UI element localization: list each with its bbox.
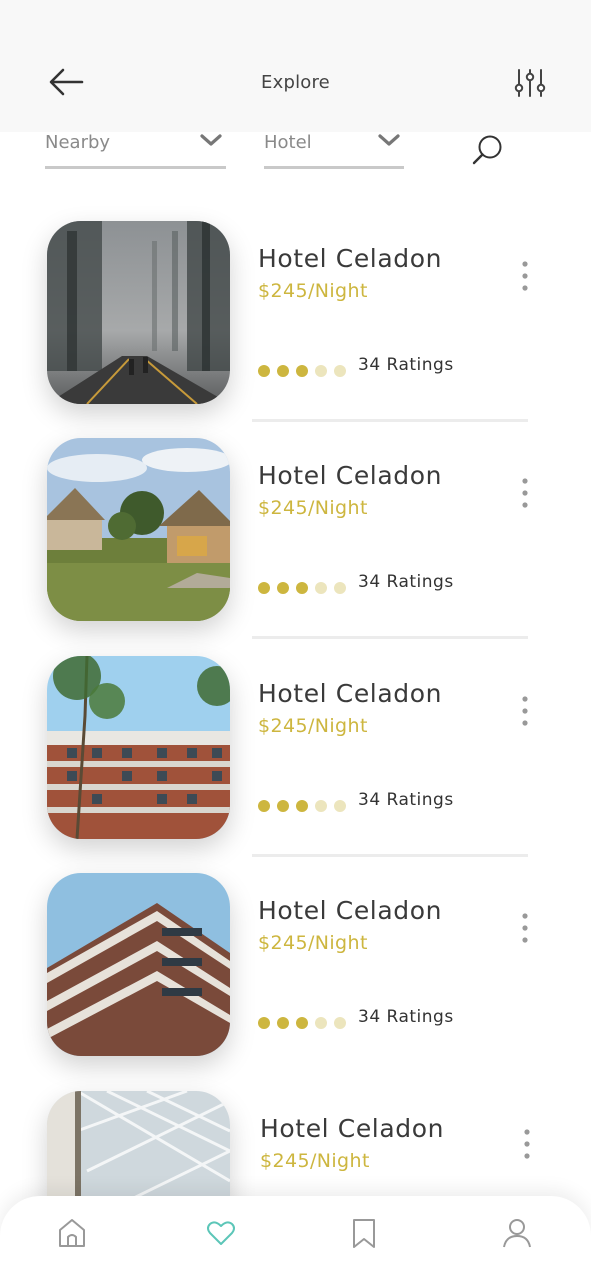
hotel-name: Hotel Celadon	[258, 679, 443, 708]
more-vertical-icon	[522, 913, 528, 943]
rating-dots	[258, 795, 353, 812]
type-dropdown-value: Hotel	[264, 132, 312, 153]
hotel-card[interactable]: Hotel Celadon $245/Night 34 Ratings	[0, 218, 591, 422]
rating-dot-filled	[258, 799, 270, 812]
rating-dot-empty	[315, 799, 327, 812]
hotel-name: Hotel Celadon	[258, 461, 443, 490]
more-vertical-icon	[522, 478, 528, 508]
hotel-price: $245/Night	[258, 932, 368, 954]
nav-home-button[interactable]	[55, 1216, 89, 1250]
rating-dot-filled	[296, 581, 308, 594]
divider	[252, 419, 528, 422]
rating-dot-filled	[258, 364, 270, 377]
hotel-price: $245/Night	[260, 1150, 370, 1172]
sliders-icon	[514, 69, 546, 97]
rating-dot-filled	[277, 364, 289, 377]
chevron-down-icon	[200, 134, 222, 146]
more-vertical-icon	[522, 261, 528, 291]
more-options-button[interactable]	[516, 912, 534, 944]
hotel-image	[47, 656, 230, 839]
rating-dot-empty	[334, 581, 346, 594]
rating-dot-empty	[315, 581, 327, 594]
nav-bookmarks-button[interactable]	[347, 1216, 381, 1250]
app-header: Explore	[0, 0, 591, 132]
more-vertical-icon	[522, 696, 528, 726]
rating-dot-empty	[334, 364, 346, 377]
rating-dot-filled	[277, 799, 289, 812]
hotel-name: Hotel Celadon	[260, 1114, 445, 1143]
hotel-image	[47, 873, 230, 1056]
hotel-image	[47, 221, 230, 404]
more-options-button[interactable]	[516, 477, 534, 509]
ratings-count: 34 Ratings	[358, 355, 454, 375]
ratings-count: 34 Ratings	[358, 790, 454, 810]
rating-dot-filled	[277, 1016, 289, 1029]
nav-profile-button[interactable]	[500, 1216, 534, 1250]
ratings-count: 34 Ratings	[358, 572, 454, 592]
page-title: Explore	[261, 72, 330, 93]
hotel-card[interactable]: Hotel Celadon $245/Night 34 Ratings	[0, 435, 591, 639]
hotel-name: Hotel Celadon	[258, 896, 443, 925]
home-icon	[59, 1219, 85, 1247]
rating-dot-empty	[315, 364, 327, 377]
rating-dot-empty	[315, 1016, 327, 1029]
rating-dot-filled	[258, 1016, 270, 1029]
location-dropdown[interactable]: Nearby	[45, 128, 226, 169]
rating-dot-filled	[258, 581, 270, 594]
filter-settings-button[interactable]	[512, 66, 548, 100]
rating-dot-filled	[277, 581, 289, 594]
hotel-price: $245/Night	[258, 715, 368, 737]
more-options-button[interactable]	[516, 695, 534, 727]
type-dropdown[interactable]: Hotel	[264, 128, 404, 169]
rating-dot-empty	[334, 799, 346, 812]
rating-dot-filled	[296, 799, 308, 812]
rating-dot-empty	[334, 1016, 346, 1029]
bookmark-icon	[353, 1219, 375, 1248]
rating-dot-filled	[296, 1016, 308, 1029]
search-icon	[472, 135, 502, 165]
rating-dots	[258, 360, 353, 377]
hotel-card[interactable]: Hotel Celadon $245/Night 34 Ratings	[0, 870, 591, 1060]
hotel-name: Hotel Celadon	[258, 244, 443, 273]
chevron-down-icon	[378, 134, 400, 146]
hotel-price: $245/Night	[258, 280, 368, 302]
more-options-button[interactable]	[518, 1128, 536, 1160]
more-options-button[interactable]	[516, 260, 534, 292]
divider	[252, 636, 528, 639]
divider	[252, 854, 528, 857]
nav-favorites-button[interactable]	[204, 1216, 238, 1250]
user-icon	[503, 1219, 531, 1248]
rating-dots	[258, 1012, 353, 1029]
rating-dots	[258, 577, 353, 594]
bottom-navigation	[0, 1196, 591, 1280]
rating-dot-filled	[296, 364, 308, 377]
hotel-image	[47, 438, 230, 621]
more-vertical-icon	[524, 1129, 530, 1159]
location-dropdown-value: Nearby	[45, 132, 111, 153]
hotel-price: $245/Night	[258, 497, 368, 519]
heart-icon	[207, 1221, 235, 1245]
hotel-card[interactable]: Hotel Celadon $245/Night 34 Ratings	[0, 653, 591, 857]
ratings-count: 34 Ratings	[358, 1007, 454, 1027]
search-button[interactable]	[470, 132, 506, 168]
